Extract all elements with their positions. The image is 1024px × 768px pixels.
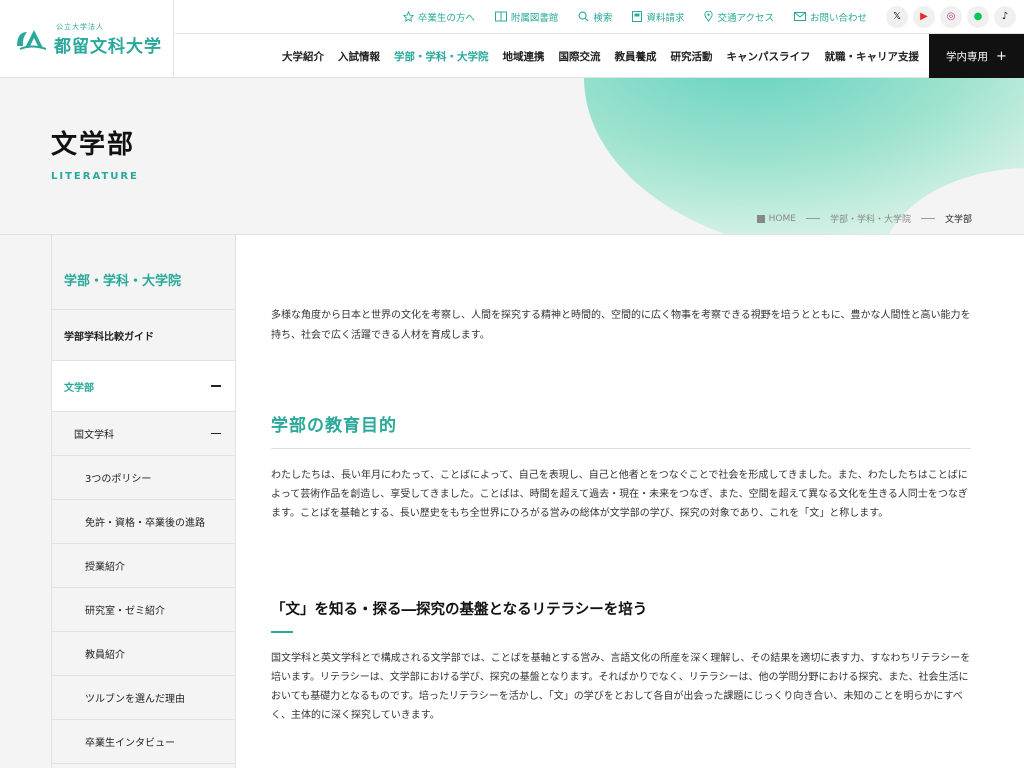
util-link-search[interactable]: 検索 bbox=[578, 10, 612, 24]
sidebar-item-reasons[interactable]: ツルブンを選んだ理由 bbox=[52, 676, 235, 720]
breadcrumb: HOME 学部・学科・大学院 文学部 bbox=[756, 212, 972, 225]
sidebar-item-label: 教員紹介 bbox=[85, 650, 125, 661]
page-title: 文学部 bbox=[51, 130, 136, 160]
sidebar-heading[interactable]: 学部・学科・大学院 bbox=[52, 235, 235, 310]
sidebar-item-label: 文学部 bbox=[64, 382, 94, 394]
internal-only-button[interactable]: 学内専用 + bbox=[929, 34, 1024, 78]
util-link-label: 資料請求 bbox=[646, 12, 685, 24]
nav-admissions[interactable]: 入試情報 bbox=[338, 49, 380, 64]
nav-campus-life[interactable]: キャンパスライフ bbox=[727, 49, 811, 64]
util-link-label: 卒業生の方へ bbox=[417, 12, 475, 24]
sidebar-item-japanese-literature[interactable]: 国文学科 bbox=[52, 412, 235, 456]
section-heading: 学部の教育目的 bbox=[271, 416, 397, 436]
breadcrumb-home[interactable]: HOME bbox=[769, 214, 796, 224]
util-link-label: お問い合わせ bbox=[809, 12, 867, 24]
util-link-brochure[interactable]: 資料請求 bbox=[632, 10, 684, 24]
search-icon bbox=[578, 11, 589, 22]
sidebar-item-label: 国文学科 bbox=[74, 430, 114, 441]
section-divider bbox=[271, 448, 971, 449]
collapse-icon[interactable] bbox=[211, 385, 221, 387]
sidebar-item-qualifications[interactable]: 免許・資格・卒業後の進路 bbox=[52, 500, 235, 544]
x-icon[interactable]: 𝕏 bbox=[886, 5, 908, 28]
home-icon bbox=[756, 214, 765, 223]
nav-international[interactable]: 国際交流 bbox=[559, 49, 601, 64]
page-subtitle: LITERATURE bbox=[51, 171, 139, 182]
sidebar-item-policies[interactable]: 3つのポリシー bbox=[52, 456, 235, 500]
logo-subtitle: 公立大学法人 bbox=[56, 22, 104, 31]
util-link-label: 検索 bbox=[593, 12, 613, 24]
site-logo[interactable]: 公立大学法人 都留文科大学 bbox=[0, 0, 174, 78]
nav-faculties[interactable]: 学部・学科・大学院 bbox=[394, 49, 489, 64]
util-link-label: 交通アクセス bbox=[717, 12, 774, 24]
map-pin-icon bbox=[704, 11, 714, 22]
internal-only-label: 学内専用 bbox=[946, 50, 989, 63]
sidebar-item-label: 学部学科比較ガイド bbox=[64, 331, 154, 343]
line-icon[interactable]: ● bbox=[967, 5, 989, 28]
sidebar-item-seminars[interactable]: 研究室・ゼミ紹介 bbox=[52, 588, 235, 632]
sidebar-item-literature[interactable]: 文学部 bbox=[52, 361, 235, 412]
sidebar-nav: 学部・学科・大学院 学部学科比較ガイド 文学部 国文学科 3つのポリシー 免許・… bbox=[51, 235, 236, 768]
breadcrumb-separator bbox=[805, 218, 820, 219]
util-link-alumni[interactable]: 卒業生の方へ bbox=[402, 10, 475, 24]
subsection-accent-bar bbox=[271, 631, 293, 633]
breadcrumb-parent[interactable]: 学部・学科・大学院 bbox=[830, 212, 911, 225]
sidebar-item-label: 授業紹介 bbox=[85, 562, 125, 573]
sidebar-item-classes[interactable]: 授業紹介 bbox=[52, 544, 235, 588]
sidebar-item-label: 免許・資格・卒業後の進路 bbox=[85, 518, 205, 529]
document-icon bbox=[632, 11, 643, 22]
tiktok-icon[interactable]: ♪ bbox=[994, 5, 1016, 28]
subsection-paragraph: 国文学科と英文学科とで構成される文学部では、ことばを基軸とする営み、言語文化の所… bbox=[271, 653, 971, 721]
star-icon bbox=[402, 11, 414, 22]
section-paragraph: わたしたちは、長い年月にわたって、ことばによって、自己を表現し、自己と他者とをつ… bbox=[271, 470, 968, 519]
plus-icon: + bbox=[996, 48, 1007, 64]
mail-icon bbox=[793, 12, 806, 21]
nav-teacher-training[interactable]: 教員養成 bbox=[615, 49, 657, 64]
sidebar-item-alumni-interview[interactable]: 卒業生インタビュー bbox=[52, 720, 235, 764]
collapse-icon[interactable] bbox=[211, 432, 221, 435]
logo-name: 都留文科大学 bbox=[54, 36, 162, 57]
subsection-heading: 「文」を知る・探る―探究の基盤となるリテラシーを培う bbox=[271, 602, 648, 618]
intro-text: 多様な角度から日本と世界の文化を考察し、人間を探究する精神と時間的、空間的に広く… bbox=[271, 310, 971, 341]
util-link-access[interactable]: 交通アクセス bbox=[704, 10, 774, 24]
main-nav: 大学紹介 入試情報 学部・学科・大学院 地域連携 国際交流 教員養成 研究活動 … bbox=[175, 34, 929, 78]
book-icon bbox=[494, 11, 507, 22]
main-content: 多様な角度から日本と世界の文化を考察し、人間を探究する精神と時間的、空間的に広く… bbox=[236, 235, 1024, 768]
sidebar-item-label: 3つのポリシー bbox=[85, 474, 152, 485]
sidebar-item-faculty-members[interactable]: 教員紹介 bbox=[52, 632, 235, 676]
util-link-label: 附属図書館 bbox=[510, 12, 559, 24]
nav-research[interactable]: 研究活動 bbox=[671, 49, 713, 64]
page-hero: 文学部 LITERATURE HOME 学部・学科・大学院 文学部 bbox=[0, 78, 1024, 235]
sidebar-item-comparison-guide[interactable]: 学部学科比較ガイド bbox=[52, 310, 235, 361]
nav-about[interactable]: 大学紹介 bbox=[282, 49, 324, 64]
util-link-contact[interactable]: お問い合わせ bbox=[793, 10, 867, 24]
sns-links: 𝕏 ▶ ◎ ● ♪ bbox=[881, 5, 1016, 28]
nav-community[interactable]: 地域連携 bbox=[503, 49, 545, 64]
breadcrumb-current: 文学部 bbox=[944, 215, 972, 225]
util-link-library[interactable]: 附属図書館 bbox=[494, 10, 559, 24]
site-header: 公立大学法人 都留文科大学 卒業生の方へ 附属図書館 検索 資料請求 交通アクセ… bbox=[0, 0, 1024, 78]
sidebar-item-label: ツルブンを選んだ理由 bbox=[85, 694, 185, 705]
university-logo-icon bbox=[17, 30, 47, 50]
utility-bar: 卒業生の方へ 附属図書館 検索 資料請求 交通アクセス お問い合わせ 𝕏 ▶ ◎… bbox=[175, 0, 1024, 34]
youtube-icon[interactable]: ▶ bbox=[913, 5, 935, 28]
sidebar-item-label: 研究室・ゼミ紹介 bbox=[85, 606, 165, 617]
instagram-icon[interactable]: ◎ bbox=[940, 5, 962, 28]
breadcrumb-separator bbox=[920, 218, 935, 219]
nav-career[interactable]: 就職・キャリア支援 bbox=[825, 49, 920, 64]
sidebar-item-label: 卒業生インタビュー bbox=[85, 738, 175, 749]
